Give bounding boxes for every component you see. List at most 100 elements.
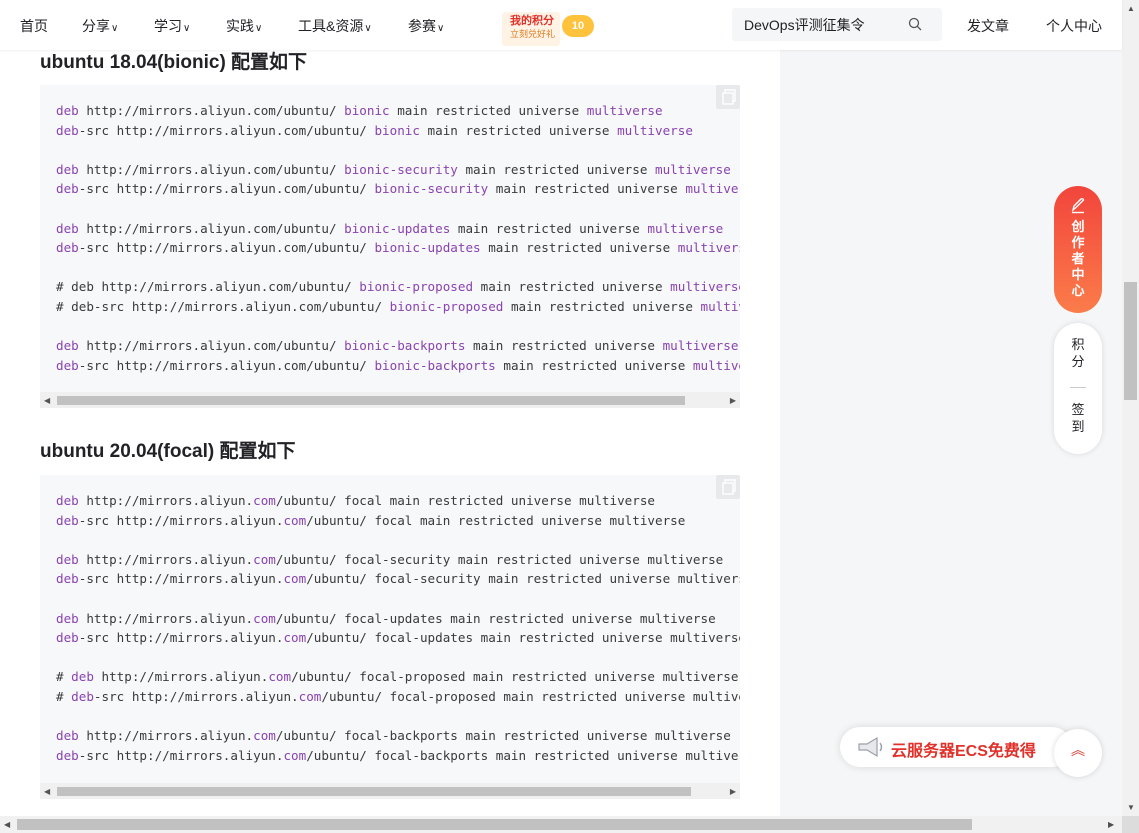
scroll-right-icon[interactable]: ▶ xyxy=(730,787,736,796)
scroll-left-icon[interactable]: ◀ xyxy=(4,820,10,829)
code-keyword: multiverse xyxy=(685,181,740,197)
code-keyword: deb xyxy=(56,122,79,138)
nav-home[interactable]: 首页 xyxy=(20,16,48,36)
profile-link[interactable]: 个人中心 xyxy=(1046,16,1102,36)
code-line: deb http://mirrors.aliyun.com/ubuntu/ fo… xyxy=(56,609,740,629)
code-token: main restricted universe xyxy=(488,181,686,197)
code-block-focal: deb http://mirrors.aliyun.com/ubuntu/ fo… xyxy=(40,475,740,783)
code-keyword: bionic-proposed xyxy=(389,298,504,314)
code-token: http://mirrors.aliyun.com/ubuntu/ xyxy=(78,338,345,354)
code-line: # deb http://mirrors.aliyun.com/ubuntu/ … xyxy=(56,667,740,687)
nav-home-label: 首页 xyxy=(20,18,48,34)
chevron-down-icon: ∨ xyxy=(255,23,263,34)
code-scrollbar[interactable]: ◀ ▶ xyxy=(40,783,740,799)
search-icon[interactable] xyxy=(908,17,922,31)
scrollbar-thumb[interactable] xyxy=(57,396,685,405)
code-scrollbar[interactable]: ◀ ▶ xyxy=(40,392,740,408)
code-keyword: deb xyxy=(56,357,79,373)
search-box xyxy=(732,8,942,41)
code-keyword: deb xyxy=(56,161,79,177)
scroll-right-icon[interactable]: ▶ xyxy=(1108,820,1114,829)
code-keyword: multiverse xyxy=(692,357,740,373)
vertical-char: 到 xyxy=(1071,419,1085,434)
nav-tools-label: 工具&资源 xyxy=(298,18,364,34)
points-banner[interactable]: 我的积分 立刻兑好礼 10 xyxy=(502,8,594,48)
vertical-char: 心 xyxy=(1071,283,1085,298)
scroll-up-icon[interactable]: ▲ xyxy=(1127,4,1135,13)
code-line: deb http://mirrors.aliyun.com/ubuntu/ fo… xyxy=(56,491,740,511)
code-token: main restricted universe xyxy=(389,103,587,118)
code-keyword: deb xyxy=(56,610,79,626)
nav-learn-label: 学习 xyxy=(154,18,182,34)
code-token: -src http://mirrors.aliyun. xyxy=(78,630,284,646)
code-keyword: deb xyxy=(56,512,79,528)
code-token: /ubuntu/ focal-backports main restricted… xyxy=(306,747,740,763)
creator-center-button[interactable]: 创作者中心 xyxy=(1054,186,1102,313)
section-heading-focal: ubuntu 20.04(focal) 配置如下 xyxy=(40,441,296,462)
code-token: http://mirrors.aliyun. xyxy=(93,669,269,685)
code-token: http://mirrors.aliyun. xyxy=(78,551,254,567)
code-line: deb http://mirrors.aliyun.com/ubuntu/ fo… xyxy=(56,550,740,570)
search-input[interactable] xyxy=(732,8,914,41)
code-block-bionic: deb http://mirrors.aliyun.com/ubuntu/ bi… xyxy=(40,85,740,392)
horizontal-scrollbar-thumb[interactable] xyxy=(17,819,972,830)
code-keyword: multiverse xyxy=(670,279,740,295)
nav-contest-label: 参赛 xyxy=(408,18,436,34)
code-token: http://mirrors.aliyun.com/ubuntu/ xyxy=(78,220,345,236)
vertical-scrollbar-thumb[interactable] xyxy=(1124,282,1137,400)
code-line: deb-src http://mirrors.aliyun.com/ubuntu… xyxy=(56,238,740,258)
code-line: deb-src http://mirrors.aliyun.com/ubuntu… xyxy=(56,628,740,648)
code-line: deb http://mirrors.aliyun.com/ubuntu/ bi… xyxy=(56,160,740,180)
scroll-down-icon[interactable]: ▼ xyxy=(1127,803,1135,812)
vertical-char: 分 xyxy=(1071,354,1085,369)
code-token: -src http://mirrors.aliyun.com/ubuntu/ xyxy=(78,357,375,373)
code-token: /ubuntu/ focal-security main restricted … xyxy=(275,551,724,567)
code-line: deb-src http://mirrors.aliyun.com/ubuntu… xyxy=(56,746,740,766)
code-keyword: multiverse xyxy=(647,220,724,236)
nav-share[interactable]: 分享∨ xyxy=(82,16,118,36)
vertical-char: 创 xyxy=(1071,219,1085,234)
page-vertical-scrollbar[interactable]: ▲ ▼ xyxy=(1122,0,1139,816)
nav-share-label: 分享 xyxy=(82,18,110,34)
pen-icon xyxy=(1071,197,1085,214)
page-horizontal-scrollbar[interactable]: ◀ ▶ xyxy=(0,816,1122,833)
code-token: main restricted universe xyxy=(495,357,693,373)
points-label[interactable]: 积分 xyxy=(1054,336,1102,370)
code-token: /ubuntu/ focal-security main restricted … xyxy=(306,571,740,587)
code-line: # deb-src http://mirrors.aliyun.com/ubun… xyxy=(56,297,740,317)
ecs-ad-banner[interactable]: 云服务器ECS免费得 xyxy=(840,727,1072,767)
code-keyword: com xyxy=(253,728,276,744)
back-to-top-button[interactable]: ︽ xyxy=(1054,729,1102,777)
code-line: deb-src http://mirrors.aliyun.com/ubuntu… xyxy=(56,121,740,141)
code-keyword: bionic-backports xyxy=(344,338,466,354)
nav-contest[interactable]: 参赛∨ xyxy=(408,16,444,36)
code-token: main restricted universe xyxy=(450,220,648,236)
nav-tools[interactable]: 工具&资源∨ xyxy=(298,16,372,36)
nav-practice-label: 实践 xyxy=(226,18,254,34)
code-keyword: com xyxy=(253,551,276,567)
code-keyword: multiverse xyxy=(700,298,741,314)
chevron-down-icon: ∨ xyxy=(364,23,372,34)
code-keyword: multiverse xyxy=(586,103,663,118)
scroll-right-icon[interactable]: ▶ xyxy=(730,396,736,405)
nav-practice[interactable]: 实践∨ xyxy=(226,16,262,36)
write-article-link[interactable]: 发文章 xyxy=(967,16,1009,36)
vertical-char: 签 xyxy=(1071,402,1085,417)
code-keyword: com xyxy=(253,493,276,508)
checkin-label[interactable]: 签到 xyxy=(1054,401,1102,435)
code-token: /ubuntu/ focal-backports main restricted… xyxy=(275,728,731,744)
nav-learn[interactable]: 学习∨ xyxy=(154,16,190,36)
scrollbar-thumb[interactable] xyxy=(57,787,691,796)
code-keyword: multiverse xyxy=(662,338,739,354)
code-token: # xyxy=(56,669,72,685)
code-keyword: com xyxy=(283,571,307,587)
code-text: deb http://mirrors.aliyun.com/ubuntu/ bi… xyxy=(56,101,740,375)
top-navbar: 首页 分享∨ 学习∨ 实践∨ 工具&资源∨ 参赛∨ 我的积分 立刻兑好礼 10 … xyxy=(0,0,1122,50)
code-keyword: deb xyxy=(56,493,79,508)
scroll-left-icon[interactable]: ◀ xyxy=(44,787,50,796)
scroll-left-icon[interactable]: ◀ xyxy=(44,396,50,405)
